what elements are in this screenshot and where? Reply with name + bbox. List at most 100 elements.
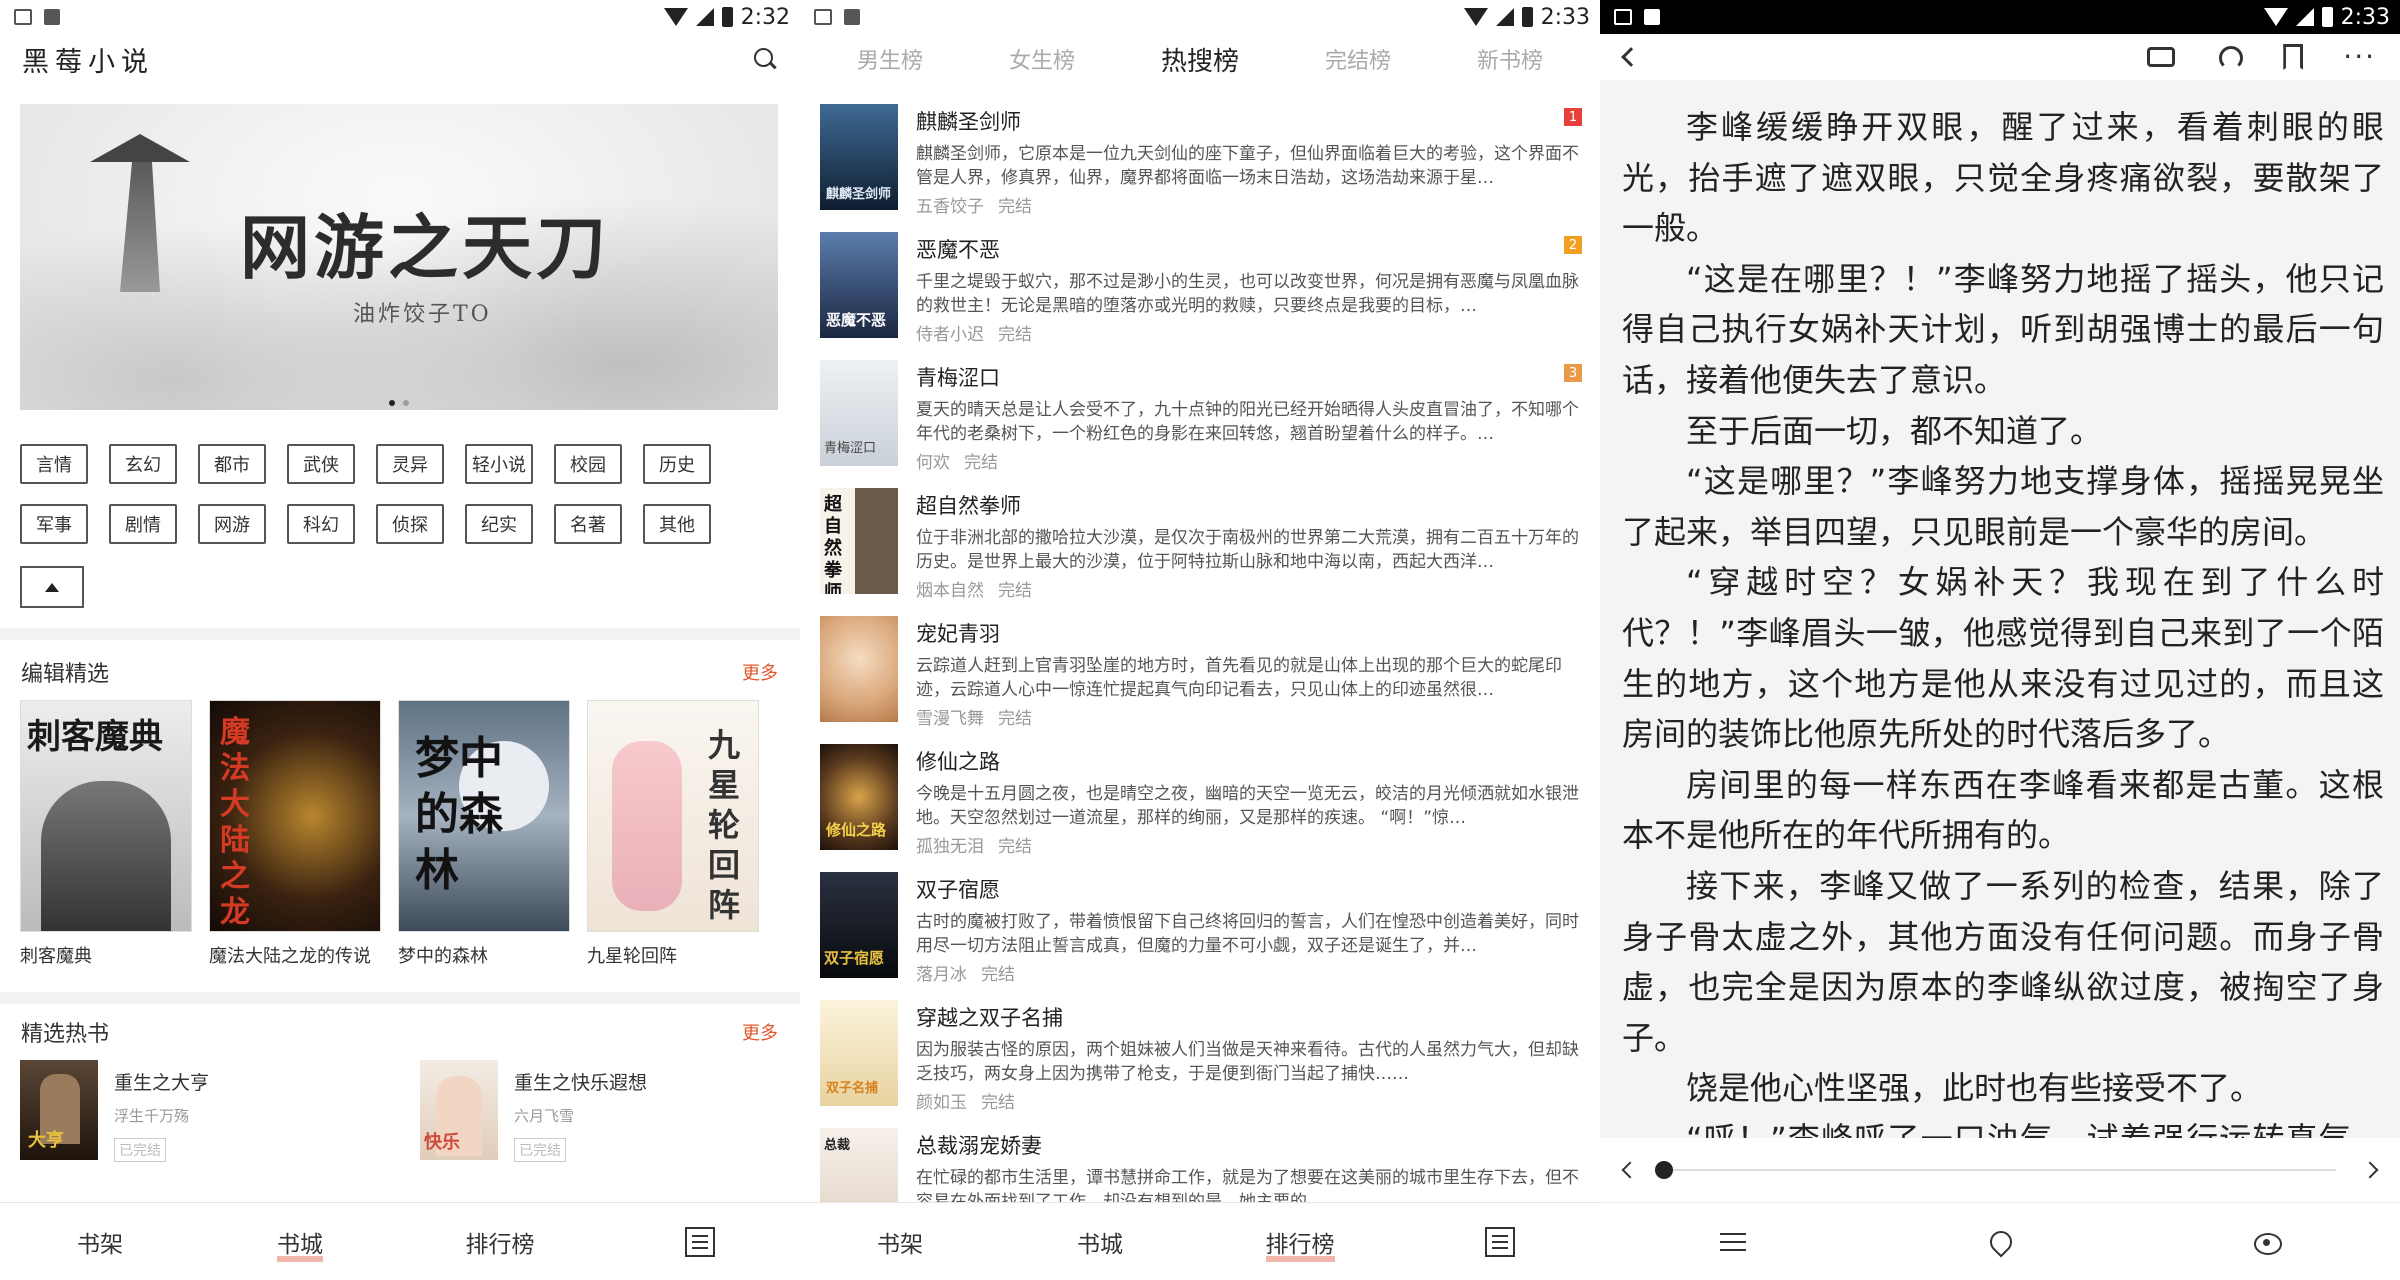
ranking-tabs: 男生榜 女生榜 热搜榜 完结榜 新书榜 bbox=[800, 34, 1600, 84]
more-options-icon[interactable]: ··· bbox=[2343, 43, 2376, 71]
nav-menu[interactable] bbox=[600, 1226, 800, 1257]
font-settings-icon[interactable] bbox=[1987, 1229, 2013, 1255]
more-link[interactable]: 更多 bbox=[742, 1019, 778, 1045]
bookmark-icon[interactable] bbox=[2283, 44, 2304, 70]
image-notification-icon bbox=[14, 9, 32, 25]
back-icon[interactable] bbox=[1621, 47, 1641, 67]
genre-tag[interactable]: 其他 bbox=[643, 504, 711, 544]
table-of-contents-icon[interactable] bbox=[1720, 1229, 1747, 1255]
collapse-genres-button[interactable] bbox=[20, 566, 84, 608]
battery-icon bbox=[2321, 7, 2333, 27]
ranking-item[interactable]: 修仙之路 修仙之路 今晚是十五月圆之夜，也是晴空之夜，幽暗的天空一览无云，皎洁的… bbox=[800, 744, 1600, 872]
genre-tag[interactable]: 灵异 bbox=[376, 444, 444, 484]
section-title: 编辑精选 bbox=[21, 662, 110, 687]
book-card[interactable]: 刺客魔典 刺客魔典 bbox=[20, 700, 192, 968]
nav-menu[interactable] bbox=[1400, 1226, 1600, 1257]
search-icon[interactable] bbox=[752, 46, 778, 72]
store-header: 黑莓小说 bbox=[0, 34, 800, 84]
banner-author: 油炸饺子TO bbox=[353, 302, 492, 327]
section-title: 精选热书 bbox=[21, 1022, 110, 1047]
eye-protection-icon[interactable] bbox=[2253, 1229, 2282, 1255]
book-cover: 九星轮回阵 bbox=[587, 700, 759, 932]
genre-tag[interactable]: 历史 bbox=[643, 444, 711, 484]
book-status: 完结 bbox=[998, 837, 1032, 857]
book-cover: 大亨 bbox=[20, 1060, 98, 1160]
list-menu-icon bbox=[685, 1226, 715, 1257]
nav-ranking[interactable]: 排行榜 bbox=[400, 1225, 600, 1259]
status-badge: 已完结 bbox=[114, 1138, 166, 1162]
book-status: 完结 bbox=[998, 581, 1032, 601]
slider-handle[interactable] bbox=[1655, 1161, 1673, 1179]
ranking-item[interactable]: 双子宿愿 双子宿愿 古时的魔被打败了，带着愤恨留下自己终将回归的誓言，人们在惶恐… bbox=[800, 872, 1600, 1000]
genre-tag[interactable]: 纪实 bbox=[465, 504, 533, 544]
genre-tag[interactable]: 军事 bbox=[20, 504, 88, 544]
bottom-nav: 书架 书城 排行榜 bbox=[800, 1202, 1600, 1280]
tab-hot-search[interactable]: 热搜榜 bbox=[1161, 41, 1239, 78]
genre-tag[interactable]: 剧情 bbox=[109, 504, 177, 544]
ranking-item[interactable]: 超自然拳师 超自然拳师 位于非洲北部的撒哈拉大沙漠，是仅次于南极州的世界第二大荒… bbox=[800, 488, 1600, 616]
book-author: 浮生千万殇 bbox=[114, 1107, 190, 1125]
progress-slider[interactable] bbox=[1655, 1161, 2336, 1179]
status-badge: 已完结 bbox=[514, 1138, 566, 1162]
chapter-content[interactable]: 李峰缓缓睁开双眼，醒了过来，看着刺眼的眼光，抬手遮了遮双眼，只觉全身疼痛欲裂，要… bbox=[1600, 80, 2400, 1138]
ranking-item[interactable]: 麒麟圣剑师 麒麟圣剑师 麒麟圣剑师，它原本是一位九天剑仙的座下童子，但仙界面临着… bbox=[800, 104, 1600, 232]
book-cover: 刺客魔典 bbox=[20, 700, 192, 932]
book-cover: 魔法大陆之龙的传说 bbox=[209, 700, 381, 932]
genre-tag[interactable]: 武侠 bbox=[287, 444, 355, 484]
book-card[interactable]: 快乐 重生之快乐遐想 六月飞雪 已完结 bbox=[420, 1060, 780, 1162]
previous-chapter-icon[interactable] bbox=[1621, 1161, 1639, 1179]
book-name: 重生之快乐遐想 bbox=[514, 1072, 648, 1094]
genre-tag[interactable]: 轻小说 bbox=[465, 444, 533, 484]
nav-ranking[interactable]: 排行榜 bbox=[1200, 1225, 1400, 1259]
nav-bookshelf[interactable]: 书架 bbox=[0, 1225, 200, 1259]
genre-tag[interactable]: 都市 bbox=[198, 444, 266, 484]
more-link[interactable]: 更多 bbox=[742, 659, 778, 685]
ranking-item[interactable]: 恶魔不恶 恶魔不恶 千里之堤毁于蚁穴，那不过是渺小的生灵，也可以改变世界，何况是… bbox=[800, 232, 1600, 360]
book-description: 麒麟圣剑师，它原本是一位九天剑仙的座下童子，但仙界面临着巨大的考验，这个界面不管… bbox=[916, 144, 1579, 188]
book-cover: 双子名捕 bbox=[820, 1000, 898, 1106]
section-divider bbox=[0, 628, 800, 640]
next-chapter-icon[interactable] bbox=[2361, 1161, 2379, 1179]
book-card[interactable]: 大亨 重生之大亨 浮生千万殇 已完结 bbox=[20, 1060, 380, 1162]
banner-pagination bbox=[389, 400, 409, 406]
signal-icon bbox=[2295, 8, 2314, 26]
nav-label: 书架 bbox=[877, 1231, 923, 1258]
editor-picks-list: 刺客魔典 刺客魔典 魔法大陆之龙的传说 魔法大陆之龙的传说 梦中的森林 梦中的森… bbox=[0, 700, 800, 968]
tab-new[interactable]: 新书榜 bbox=[1477, 43, 1543, 75]
cover-title: 梦中的森林 bbox=[415, 733, 503, 896]
genre-tag[interactable]: 科幻 bbox=[287, 504, 355, 544]
genre-tag[interactable]: 侦探 bbox=[376, 504, 444, 544]
refresh-source-icon[interactable] bbox=[2147, 47, 2176, 67]
triangle-up-icon bbox=[45, 582, 59, 592]
chapter-progress bbox=[1600, 1138, 2400, 1202]
book-cover bbox=[820, 616, 898, 722]
paragraph: 饶是他心性坚强，此时也有些接受不了。 bbox=[1686, 1069, 2263, 1108]
book-card[interactable]: 魔法大陆之龙的传说 魔法大陆之龙的传说 bbox=[209, 700, 381, 968]
book-card[interactable]: 九星轮回阵 九星轮回阵 bbox=[587, 700, 759, 968]
genre-tag[interactable]: 网游 bbox=[198, 504, 266, 544]
tab-completed[interactable]: 完结榜 bbox=[1325, 43, 1391, 75]
notification-icon bbox=[1644, 9, 1660, 25]
book-name: 梦中的森林 bbox=[398, 946, 488, 967]
ranking-item[interactable]: 青梅涩口 青梅涩口 夏天的晴天总是让人会受不了，九十点钟的阳光已经开始晒得人头皮… bbox=[800, 360, 1600, 488]
nav-bookshelf[interactable]: 书架 bbox=[800, 1225, 1000, 1259]
genre-tag[interactable]: 校园 bbox=[554, 444, 622, 484]
featured-banner[interactable]: 网游之天刀 油炸饺子TO bbox=[20, 104, 778, 410]
tab-male[interactable]: 男生榜 bbox=[857, 43, 923, 75]
status-bar: 2:33 bbox=[800, 0, 1600, 34]
book-cover: 恶魔不恶 bbox=[820, 232, 898, 338]
nav-bookstore[interactable]: 书城 bbox=[200, 1225, 400, 1259]
tab-female[interactable]: 女生榜 bbox=[1009, 43, 1075, 75]
book-card[interactable]: 梦中的森林 梦中的森林 bbox=[398, 700, 570, 968]
listen-icon[interactable] bbox=[2215, 44, 2244, 70]
ranking-item[interactable]: 宠妃青羽 云踪道人赶到上官青羽坠崖的地方时，首先看见的就是山体上出现的那个巨大的… bbox=[800, 616, 1600, 744]
cover-title: 魔法大陆之龙的传说 bbox=[220, 715, 250, 930]
book-cover: 青梅涩口 bbox=[820, 360, 898, 466]
genre-tag[interactable]: 言情 bbox=[20, 444, 88, 484]
genre-tag[interactable]: 名著 bbox=[554, 504, 622, 544]
ranking-item[interactable]: 双子名捕 穿越之双子名捕 因为服装古怪的原因，两个姐妹被人们当做是天神来看待。古… bbox=[800, 1000, 1600, 1128]
genre-tag[interactable]: 玄幻 bbox=[109, 444, 177, 484]
signal-icon bbox=[1495, 8, 1514, 26]
nav-bookstore[interactable]: 书城 bbox=[1000, 1225, 1200, 1259]
nav-label: 书城 bbox=[277, 1231, 323, 1258]
